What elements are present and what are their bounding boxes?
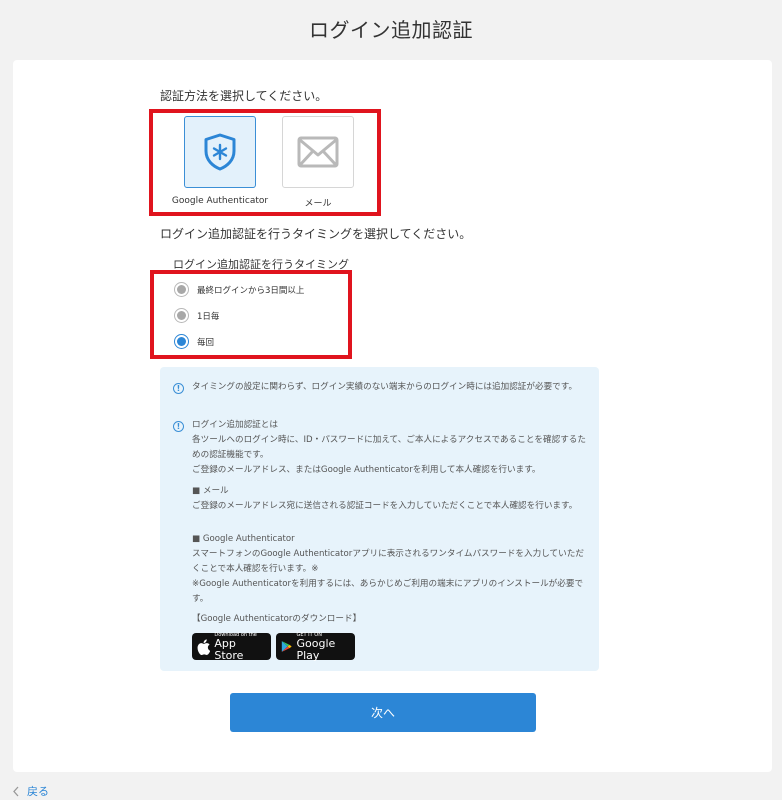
- radio-label: 最終ログインから3日間以上: [197, 285, 305, 296]
- radio-button[interactable]: [174, 282, 189, 297]
- info-body-google-authenticator: スマートフォンのGoogle Authenticatorアプリに表示されるワンタ…: [192, 549, 584, 574]
- info-body-login-auth: 各ツールへのログイン時に、ID・パスワードに加えて、ご本人によるアクセスであるこ…: [192, 435, 586, 460]
- radio-label: 1日毎: [197, 311, 220, 322]
- google-play-badge[interactable]: GET IT ON Google Play: [276, 632, 355, 662]
- info-icon: !: [173, 383, 184, 394]
- download-label: 【Google Authenticatorのダウンロード】: [192, 614, 362, 624]
- info-heading-login-auth: ログイン追加認証とは: [192, 420, 278, 430]
- method-mail-button[interactable]: [282, 116, 354, 188]
- radio-button[interactable]: [174, 308, 189, 323]
- method-label-mail: メール: [304, 199, 332, 209]
- google-play-icon: [281, 641, 292, 652]
- apple-icon: [197, 638, 211, 655]
- app-store-big-text: App Store: [214, 636, 244, 662]
- info-note-timing: タイミングの設定に関わらず、ログイン実績のない端末からのログイン時には追加認証が…: [192, 382, 578, 392]
- info-heading-google-authenticator: ■ Google Authenticator: [192, 534, 295, 544]
- radio-label: 毎回: [197, 337, 215, 348]
- radio-option-daily[interactable]: 1日毎: [174, 308, 219, 323]
- back-link[interactable]: 戻る: [12, 783, 49, 799]
- shield-icon: [204, 133, 236, 171]
- chevron-left-icon: [13, 786, 19, 796]
- google-play-big-text: Google Play: [296, 636, 336, 662]
- envelope-icon: [297, 136, 339, 168]
- app-store-badge[interactable]: Download on the App Store: [192, 632, 271, 662]
- next-button[interactable]: 次へ: [230, 693, 536, 732]
- info-body-mail: ご登録のメールアドレス宛に送信される認証コードを入力していただくことで本人確認を…: [192, 501, 578, 511]
- method-google-authenticator-button[interactable]: [184, 116, 256, 188]
- info-note-google-authenticator: ※Google Authenticatorを利用するには、あらかじめご利用の端末…: [192, 579, 584, 604]
- info-heading-mail: ■ メール: [192, 486, 229, 496]
- radio-option-3days[interactable]: 最終ログインから3日間以上: [174, 282, 304, 297]
- info-body-login-auth-2: ご登録のメールアドレス、またはGoogle Authenticatorを利用して…: [192, 465, 541, 475]
- radio-button[interactable]: [174, 334, 189, 349]
- page-title: ログイン追加認証: [309, 18, 473, 42]
- method-section-label: 認証方法を選択してください。: [160, 89, 328, 103]
- timing-section-label: ログイン追加認証を行うタイミングを選択してください。: [160, 227, 472, 241]
- back-link-label: 戻る: [27, 785, 49, 798]
- info-icon: !: [173, 421, 184, 432]
- radio-option-every-time[interactable]: 毎回: [174, 334, 214, 349]
